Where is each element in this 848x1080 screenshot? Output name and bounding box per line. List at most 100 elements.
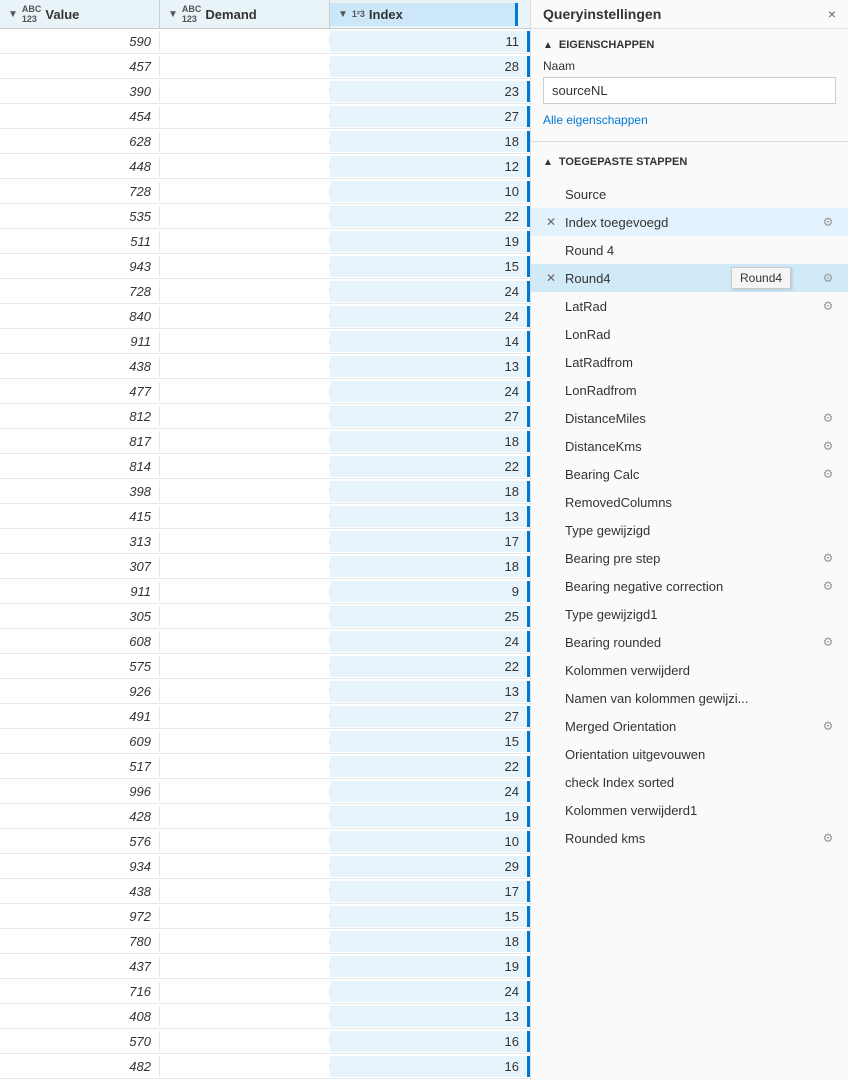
cell-demand	[160, 313, 330, 319]
step-item[interactable]: Type gewijzigd1	[531, 600, 848, 628]
step-item[interactable]: LonRadfrom	[531, 376, 848, 404]
table-row[interactable]: 398 18	[0, 479, 530, 504]
table-row[interactable]: 716 24	[0, 979, 530, 1004]
step-item[interactable]: Kolommen verwijderd1	[531, 796, 848, 824]
table-row[interactable]: 448 12	[0, 154, 530, 179]
table-row[interactable]: 477 24	[0, 379, 530, 404]
col-header-index[interactable]: ▼ 1²3 Index	[330, 3, 518, 26]
table-row[interactable]: 535 22	[0, 204, 530, 229]
step-item[interactable]: Bearing pre step ⚙	[531, 544, 848, 572]
table-row[interactable]: 428 19	[0, 804, 530, 829]
table-row[interactable]: 814 22	[0, 454, 530, 479]
table-row[interactable]: 911 9	[0, 579, 530, 604]
alle-eigenschappen-link[interactable]: Alle eigenschappen	[543, 113, 648, 127]
table-row[interactable]: 780 18	[0, 929, 530, 954]
table-row[interactable]: 911 14	[0, 329, 530, 354]
step-item[interactable]: Rounded kms ⚙	[531, 824, 848, 852]
panel-close-button[interactable]: ×	[828, 6, 836, 22]
naam-input[interactable]	[543, 77, 836, 104]
step-no-delete	[543, 830, 559, 846]
table-row[interactable]: 390 23	[0, 79, 530, 104]
col-value-filter-icon[interactable]: ▼	[8, 9, 18, 20]
step-gear-icon[interactable]: ⚙	[820, 270, 836, 286]
step-item[interactable]: Bearing Calc ⚙	[531, 460, 848, 488]
step-item[interactable]: Merged Orientation ⚙	[531, 712, 848, 740]
step-item[interactable]: LatRad ⚙	[531, 292, 848, 320]
table-row[interactable]: 454 27	[0, 104, 530, 129]
col-index-filter-icon[interactable]: ▼	[338, 9, 348, 20]
table-row[interactable]: 628 18	[0, 129, 530, 154]
step-gear-icon[interactable]: ⚙	[820, 214, 836, 230]
step-item[interactable]: Bearing rounded ⚙	[531, 628, 848, 656]
table-row[interactable]: 590 11	[0, 29, 530, 54]
step-item[interactable]: ✕ Index toegevoegd ⚙	[531, 208, 848, 236]
table-row[interactable]: 728 10	[0, 179, 530, 204]
table-row[interactable]: 457 28	[0, 54, 530, 79]
step-item[interactable]: Namen van kolommen gewijzi...	[531, 684, 848, 712]
step-item[interactable]: DistanceMiles ⚙	[531, 404, 848, 432]
step-item[interactable]: ✕ Round4 ⚙ Round4	[531, 264, 848, 292]
table-row[interactable]: 996 24	[0, 779, 530, 804]
col-header-demand[interactable]: ▼ ABC123 Demand	[160, 0, 330, 28]
table-row[interactable]: 517 22	[0, 754, 530, 779]
step-gear-icon[interactable]: ⚙	[820, 550, 836, 566]
step-gear-icon[interactable]: ⚙	[820, 298, 836, 314]
table-row[interactable]: 812 27	[0, 404, 530, 429]
table-row[interactable]: 934 29	[0, 854, 530, 879]
step-item[interactable]: LonRad	[531, 320, 848, 348]
cell-demand	[160, 463, 330, 469]
step-item[interactable]: Orientation uitgevouwen	[531, 740, 848, 768]
table-row[interactable]: 305 25	[0, 604, 530, 629]
step-no-delete	[543, 382, 559, 398]
table-row[interactable]: 415 13	[0, 504, 530, 529]
step-name: LatRad	[565, 299, 820, 314]
table-body[interactable]: 590 11 457 28 390 23 454 27 628 18 448 1…	[0, 29, 530, 1080]
table-row[interactable]: 840 24	[0, 304, 530, 329]
table-row[interactable]: 926 13	[0, 679, 530, 704]
step-item[interactable]: RemovedColumns	[531, 488, 848, 516]
cell-demand	[160, 488, 330, 494]
table-row[interactable]: 575 22	[0, 654, 530, 679]
step-gear-icon[interactable]: ⚙	[820, 634, 836, 650]
table-row[interactable]: 438 13	[0, 354, 530, 379]
step-gear-icon[interactable]: ⚙	[820, 830, 836, 846]
steps-list[interactable]: Source ✕ Index toegevoegd ⚙ Round 4 ✕ Ro…	[531, 180, 848, 1080]
table-row[interactable]: 437 19	[0, 954, 530, 979]
table-row[interactable]: 511 19	[0, 229, 530, 254]
table-row[interactable]: 608 24	[0, 629, 530, 654]
step-item[interactable]: DistanceKms ⚙	[531, 432, 848, 460]
step-delete-icon[interactable]: ✕	[543, 270, 559, 286]
table-row[interactable]: 313 17	[0, 529, 530, 554]
table-row[interactable]: 609 15	[0, 729, 530, 754]
cell-demand	[160, 238, 330, 244]
col-header-value[interactable]: ▼ ABC123 Value	[0, 0, 160, 28]
step-delete-icon[interactable]: ✕	[543, 214, 559, 230]
step-item[interactable]: Bearing negative correction ⚙	[531, 572, 848, 600]
cell-index: 22	[330, 206, 530, 227]
step-gear-icon[interactable]: ⚙	[820, 578, 836, 594]
table-row[interactable]: 576 10	[0, 829, 530, 854]
step-item[interactable]: Round 4	[531, 236, 848, 264]
table-row[interactable]: 438 17	[0, 879, 530, 904]
table-row[interactable]: 307 18	[0, 554, 530, 579]
table-row[interactable]: 491 27	[0, 704, 530, 729]
table-row[interactable]: 728 24	[0, 279, 530, 304]
step-item[interactable]: Kolommen verwijderd	[531, 656, 848, 684]
col-demand-filter-icon[interactable]: ▼	[168, 9, 178, 20]
step-item[interactable]: LatRadfrom	[531, 348, 848, 376]
step-gear-icon[interactable]: ⚙	[820, 718, 836, 734]
table-row[interactable]: 570 16	[0, 1029, 530, 1054]
table-row[interactable]: 817 18	[0, 429, 530, 454]
table-row[interactable]: 972 15	[0, 904, 530, 929]
step-item[interactable]: Source	[531, 180, 848, 208]
step-gear-icon[interactable]: ⚙	[820, 410, 836, 426]
step-gear-icon[interactable]: ⚙	[820, 438, 836, 454]
table-row[interactable]: 943 15	[0, 254, 530, 279]
table-row[interactable]: 408 13	[0, 1004, 530, 1029]
step-item[interactable]: check Index sorted	[531, 768, 848, 796]
cell-index: 27	[330, 106, 530, 127]
step-gear-icon[interactable]: ⚙	[820, 466, 836, 482]
table-row[interactable]: 482 16	[0, 1054, 530, 1079]
step-item[interactable]: Type gewijzigd	[531, 516, 848, 544]
cell-value: 517	[0, 756, 160, 777]
